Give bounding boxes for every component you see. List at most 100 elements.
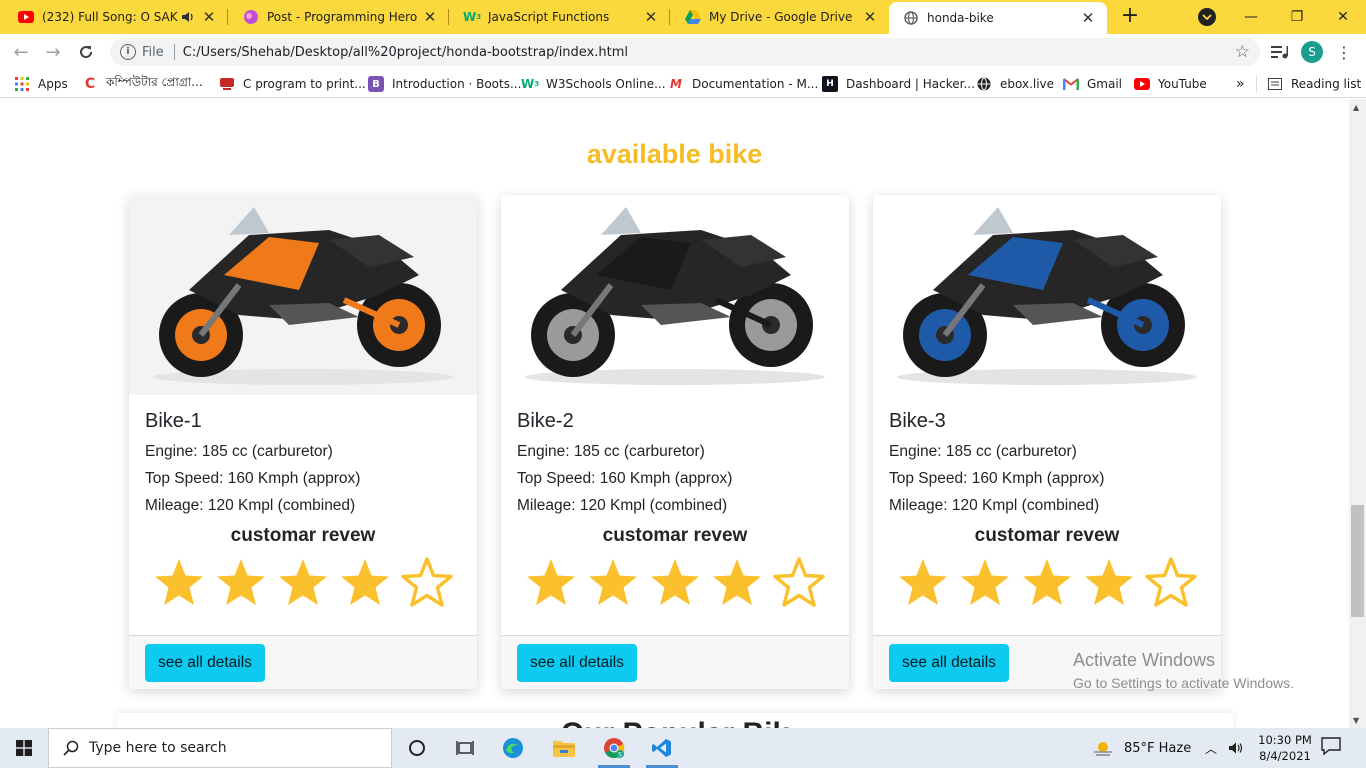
cortana-icon[interactable] (393, 728, 441, 768)
chrome-icon[interactable]: S (590, 728, 638, 768)
taskbar-search-input[interactable]: Type here to search (48, 728, 392, 768)
star-outline-icon (401, 557, 453, 607)
media-control-icon[interactable] (1270, 40, 1290, 64)
ebox-icon (976, 76, 992, 92)
bookmark-youtube[interactable]: YouTube (1134, 75, 1207, 93)
review-label: customar revew (230, 525, 376, 546)
edge-icon[interactable] (489, 728, 537, 768)
close-icon[interactable]: ✕ (200, 8, 218, 26)
see-details-button[interactable]: see all details (517, 644, 637, 682)
apps-grid-icon (14, 76, 30, 92)
bike-engine: Engine: 185 cc (carburetor) (889, 443, 1077, 460)
speaker-icon[interactable] (180, 9, 196, 25)
bookmark-w3schools[interactable]: W3 W3Schools Online... (520, 75, 666, 93)
see-details-button[interactable]: see all details (889, 644, 1009, 682)
volume-icon[interactable] (1228, 728, 1244, 768)
menu-kebab-icon[interactable]: ⋮ (1334, 40, 1354, 64)
watermark-line1: Activate Windows (1073, 650, 1216, 670)
bookmark-c-program[interactable]: C program to print... (219, 75, 366, 93)
bike-name: Bike-2 (517, 410, 574, 432)
weather-text: 85°F Haze (1124, 740, 1192, 756)
tab-honda-bike[interactable]: honda-bike ✕ (889, 2, 1107, 34)
url-text[interactable]: C:/Users/Shehab/Desktop/all%20project/ho… (183, 45, 628, 60)
new-tab-button[interactable]: + (1118, 5, 1142, 29)
close-icon[interactable]: ✕ (861, 8, 879, 26)
scroll-up-arrow-icon[interactable]: ▲ (1353, 103, 1359, 112)
search-placeholder: Type here to search (89, 740, 227, 756)
bookmark-hackerrank[interactable]: H Dashboard | Hacker... (822, 75, 975, 93)
window-controls: — ❐ ✕ (1228, 0, 1366, 34)
star-filled-icon (589, 559, 637, 605)
vscode-icon[interactable] (638, 728, 686, 768)
bookmark-label: Dashboard | Hacker... (846, 77, 975, 91)
profile-avatar[interactable]: S (1300, 40, 1324, 64)
back-arrow-icon[interactable]: ← (9, 40, 33, 64)
file-explorer-icon[interactable] (540, 728, 588, 768)
watermark-line2: Go to Settings to activate Windows. (1073, 675, 1294, 691)
bike-name: Bike-3 (889, 410, 946, 432)
star-rating (873, 555, 1221, 615)
task-view-icon[interactable] (441, 728, 489, 768)
reading-list-button[interactable]: Reading list (1267, 75, 1361, 93)
avatar: S (1301, 41, 1323, 63)
bike-image (873, 195, 1221, 395)
window-close-icon[interactable]: ✕ (1320, 0, 1366, 34)
w3schools-icon: W3 (520, 77, 540, 91)
bookmark-bangla-programming[interactable]: C কম্পিউটার প্রোগ্রা... (82, 75, 203, 93)
system-clock[interactable]: 10:30 PM 8/4/2021 (1252, 732, 1318, 764)
star-filled-icon (961, 559, 1009, 605)
motorcycle-illustration (153, 207, 453, 385)
tray-overflow-chevron-icon[interactable]: ︿ (1205, 728, 1217, 768)
close-icon[interactable]: ✕ (1079, 9, 1097, 27)
weather-haze-icon (1092, 739, 1114, 757)
tab-youtube-song[interactable]: (232) Full Song: O SAKI SAKI ✕ (4, 0, 228, 34)
close-icon[interactable]: ✕ (642, 8, 660, 26)
notification-icon[interactable] (1320, 736, 1346, 760)
programming-hero-icon (243, 9, 259, 25)
page-viewport: available bike Bike-1 Engine: 185 cc (ca… (0, 99, 1349, 728)
scroll-down-arrow-icon[interactable]: ▼ (1353, 716, 1359, 725)
scrollbar-thumb[interactable] (1351, 505, 1364, 617)
bookmark-mdn[interactable]: M Documentation - M... (668, 75, 818, 93)
tab-javascript-functions[interactable]: W3 JavaScript Functions ✕ (450, 0, 670, 34)
weather-widget[interactable]: 85°F Haze (1092, 728, 1191, 768)
address-bar[interactable]: i File C:/Users/Shehab/Desktop/all%20pro… (110, 38, 1260, 66)
tab-separator (448, 9, 449, 25)
bike-mileage: Mileage: 120 Kmpl (combined) (517, 497, 728, 514)
forward-arrow-icon[interactable]: → (41, 40, 65, 64)
restore-icon[interactable]: ❐ (1274, 0, 1320, 34)
bookmark-bootstrap[interactable]: B Introduction · Boots... (368, 75, 521, 93)
c-program-icon (219, 76, 235, 92)
windows-taskbar: Type here to search S 85°F Haze ︿ 10:30 … (0, 728, 1366, 768)
star-filled-icon (899, 559, 947, 605)
close-icon[interactable]: ✕ (421, 8, 439, 26)
see-details-button[interactable]: see all details (145, 644, 265, 682)
bookmark-ebox[interactable]: ebox.live (976, 75, 1054, 93)
bookmark-apps[interactable]: Apps (14, 75, 68, 93)
bookmarks-overflow-button[interactable]: » (1236, 75, 1245, 93)
google-drive-icon (685, 9, 701, 25)
reload-icon[interactable] (74, 40, 98, 64)
divider (1256, 75, 1257, 93)
tab-programming-hero[interactable]: Post - Programming Hero ✕ (229, 0, 449, 34)
bookmark-star-icon[interactable]: ☆ (1235, 42, 1250, 62)
star-filled-icon (1023, 559, 1071, 605)
bookmark-gmail[interactable]: Gmail (1063, 75, 1122, 93)
star-rating (501, 555, 849, 615)
minimize-icon[interactable]: — (1228, 0, 1274, 34)
bike-image (129, 195, 477, 395)
browser-tabstrip: (232) Full Song: O SAKI SAKI ✕ Post - Pr… (0, 0, 1366, 34)
tab-separator (227, 9, 228, 25)
tab-search-icon[interactable] (1198, 8, 1216, 26)
page-scrollbar[interactable]: ▲ ▼ (1349, 99, 1366, 728)
windows-start-icon[interactable] (0, 728, 48, 768)
tab-title: (232) Full Song: O SAKI SAKI (42, 10, 178, 24)
bike-mileage: Mileage: 120 Kmpl (combined) (889, 497, 1100, 514)
hackerrank-icon: H (822, 76, 838, 92)
bike-top-speed: Top Speed: 160 Kmph (approx) (889, 470, 1105, 487)
activate-windows-watermark: Activate Windows Go to Settings to activ… (1073, 650, 1294, 691)
reading-list-icon (1267, 76, 1283, 92)
bike-card: Bike-1 Engine: 185 cc (carburetor) Top S… (129, 195, 477, 689)
info-icon[interactable]: i (120, 44, 136, 60)
tab-google-drive[interactable]: My Drive - Google Drive ✕ (671, 0, 889, 34)
